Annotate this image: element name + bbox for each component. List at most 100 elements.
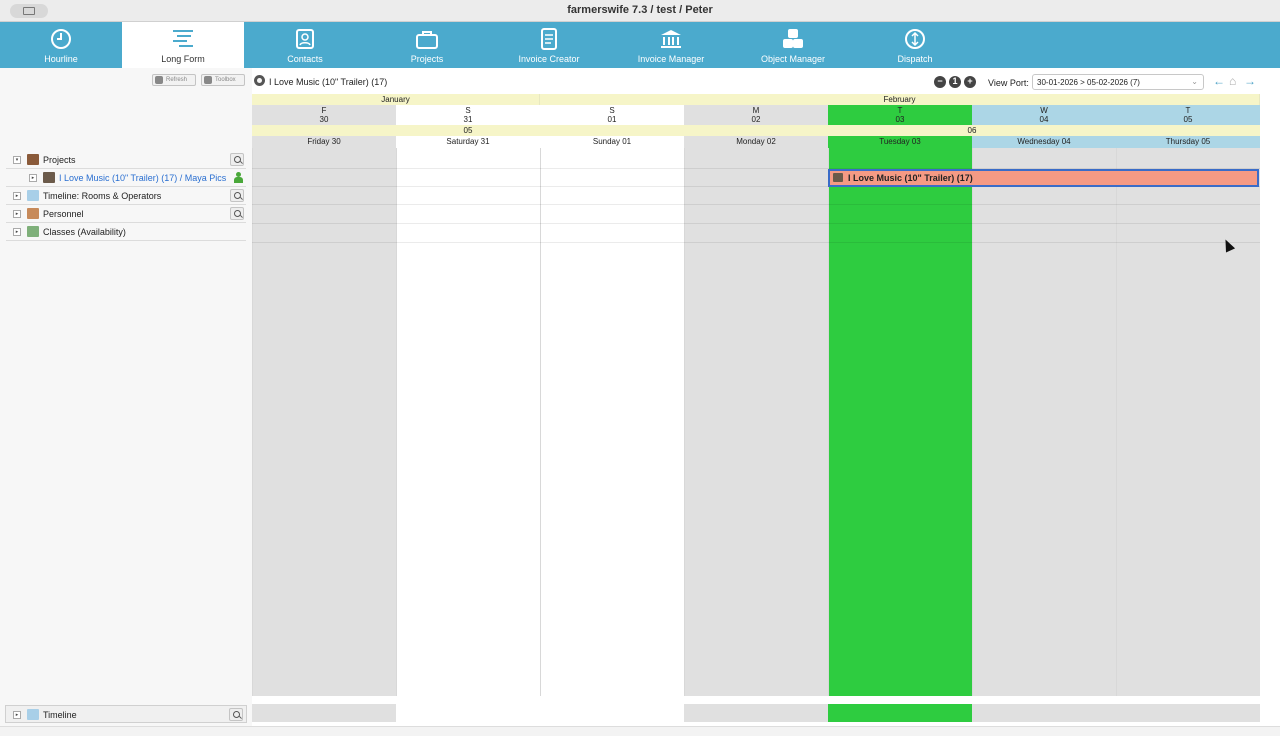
day-header[interactable]: W 04	[972, 105, 1116, 125]
zoom-out-button[interactable]: −	[934, 76, 946, 88]
document-icon	[541, 28, 557, 50]
tree-item-label: I Love Music (10" Trailer) (17) / Maya P…	[59, 173, 227, 183]
expand-toggle[interactable]: ▸	[29, 174, 37, 182]
bank-icon	[661, 30, 681, 48]
day-header[interactable]: T 03	[828, 105, 972, 125]
expand-toggle[interactable]: ▸	[13, 210, 21, 218]
day-header[interactable]: T 05	[1116, 105, 1260, 125]
timeline-strip-cell[interactable]	[252, 704, 396, 722]
viewport-label: View Port:	[988, 78, 1029, 88]
day-column[interactable]	[828, 148, 972, 696]
gear-icon[interactable]	[254, 75, 265, 86]
search-icon[interactable]	[229, 708, 243, 721]
chevron-down-icon: ⌄	[1191, 77, 1198, 86]
day-name: Thursday 05	[1116, 136, 1260, 148]
tab-label: Object Manager	[760, 54, 826, 64]
row-divider	[252, 223, 1260, 224]
tab-dispatch[interactable]: Dispatch	[854, 22, 976, 68]
column-divider	[540, 148, 541, 696]
column-divider	[252, 148, 253, 696]
tab-invoice-manager[interactable]: Invoice Manager	[610, 22, 732, 68]
timeline-strip-cell[interactable]	[396, 704, 540, 722]
tab-label: Contacts	[287, 54, 323, 64]
tab-object-manager[interactable]: Object Manager	[732, 22, 854, 68]
week-bar: 06	[684, 125, 1260, 136]
day-header[interactable]: M 02	[684, 105, 828, 125]
projects-icon	[27, 154, 39, 165]
tree-item-project-i-love-music[interactable]: ▸ I Love Music (10" Trailer) (17) / Maya…	[6, 169, 246, 187]
toolbox-button[interactable]: Toolbox	[201, 74, 245, 86]
toolbox-icon	[204, 76, 212, 84]
timeline-strip-cell[interactable]	[972, 704, 1116, 722]
tree-item-label: Personnel	[43, 209, 84, 219]
column-divider	[396, 148, 397, 696]
viewport-select[interactable]: 30-01-2026 > 05-02-2026 (7) ⌄	[1032, 74, 1204, 90]
column-divider	[828, 148, 829, 696]
day-header[interactable]: S 01	[540, 105, 684, 125]
refresh-icon	[155, 76, 163, 84]
day-name: Monday 02	[684, 136, 828, 148]
tab-projects[interactable]: Projects	[366, 22, 488, 68]
tree-item-classes[interactable]: ▸ Classes (Availability)	[6, 223, 246, 241]
day-column[interactable]	[540, 148, 684, 696]
zoom-in-button[interactable]: +	[964, 76, 976, 88]
column-divider	[972, 148, 973, 696]
day-column[interactable]	[684, 148, 828, 696]
timeline-strip-cell[interactable]	[828, 704, 972, 722]
zoom-reset-button[interactable]: 1	[949, 76, 961, 88]
tab-label: Dispatch	[897, 54, 933, 64]
timeline-strip-cell[interactable]	[540, 704, 684, 722]
contacts-icon	[296, 29, 314, 49]
expand-toggle[interactable]: ▸	[13, 228, 21, 236]
day-number: 31	[463, 115, 473, 124]
day-number: 05	[1183, 115, 1193, 124]
expand-toggle[interactable]: ▸	[13, 711, 21, 719]
tab-hourline[interactable]: Hourline	[0, 22, 122, 68]
day-column[interactable]	[396, 148, 540, 696]
day-column[interactable]	[972, 148, 1116, 696]
tab-invoice-creator[interactable]: Invoice Creator	[488, 22, 610, 68]
day-number: 01	[607, 115, 617, 124]
dispatch-icon	[905, 29, 925, 49]
booking-bar[interactable]: I Love Music (10" Trailer) (17)	[828, 169, 1259, 187]
tree-item-personnel[interactable]: ▸ Personnel	[6, 205, 246, 223]
search-icon[interactable]	[230, 207, 244, 220]
row-divider	[252, 204, 1260, 205]
project-icon	[43, 172, 55, 183]
day-column[interactable]	[252, 148, 396, 696]
viewport-value: 30-01-2026 > 05-02-2026 (7)	[1037, 78, 1140, 87]
project-icon	[833, 173, 843, 182]
blocks-icon	[783, 29, 803, 48]
day-number: 30	[319, 115, 329, 124]
tab-long-form[interactable]: Long Form	[122, 22, 244, 68]
column-divider	[684, 148, 685, 696]
day-header[interactable]: F 30	[252, 105, 396, 125]
column-divider	[1116, 148, 1117, 696]
search-icon[interactable]	[230, 189, 244, 202]
day-number: 03	[895, 115, 905, 124]
timeline-strip-cell[interactable]	[1116, 704, 1260, 722]
tree-item-timeline-rooms[interactable]: ▸ Timeline: Rooms & Operators	[6, 187, 246, 205]
arrow-left-icon[interactable]: ←	[1213, 75, 1225, 88]
day-name: Saturday 31	[396, 136, 540, 148]
day-name: Tuesday 03	[828, 136, 972, 148]
tree-item-projects[interactable]: ▾ Projects	[6, 151, 246, 169]
day-letter: W	[1040, 106, 1048, 115]
resource-tree: ▾ Projects ▸ I Love Music (10" Trailer) …	[6, 151, 246, 241]
tree-item-label: Classes (Availability)	[43, 227, 126, 237]
tree-item-timeline[interactable]: ▸ Timeline	[5, 705, 247, 723]
day-header[interactable]: S 31	[396, 105, 540, 125]
day-column[interactable]	[1116, 148, 1260, 696]
search-icon[interactable]	[230, 153, 244, 166]
timeline-icon	[27, 709, 39, 720]
expand-toggle[interactable]: ▸	[13, 192, 21, 200]
home-icon[interactable]: ⌂	[1229, 75, 1241, 88]
arrow-right-icon[interactable]: →	[1244, 75, 1256, 88]
tab-contacts[interactable]: Contacts	[244, 22, 366, 68]
timeline-strip-cell[interactable]	[684, 704, 828, 722]
tree-item-label: Projects	[43, 155, 76, 165]
window-titlebar: farmerswife 7.3 / test / Peter	[0, 0, 1280, 22]
collapse-toggle[interactable]: ▾	[13, 156, 21, 164]
tree-item-label: Timeline: Rooms & Operators	[43, 191, 162, 201]
refresh-button[interactable]: Refresh	[152, 74, 196, 86]
